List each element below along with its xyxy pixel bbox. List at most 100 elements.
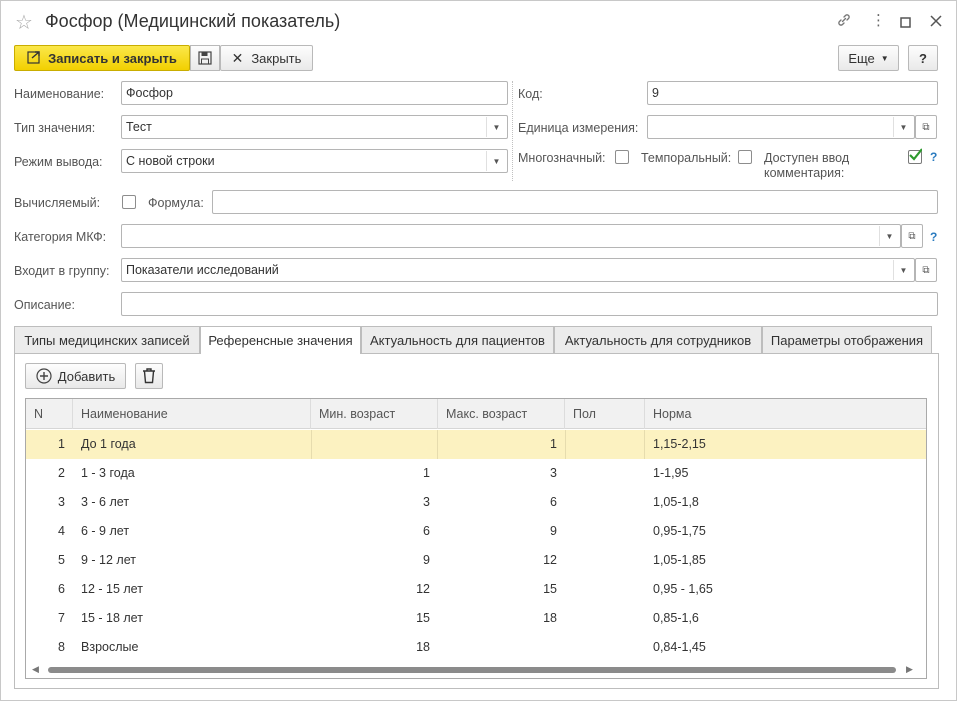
cell-norm: 1,05-1,85 — [653, 553, 706, 567]
column-header-max-age[interactable]: Макс. возраст — [438, 399, 565, 429]
dropdown-arrow-icon[interactable]: ▼ — [486, 117, 506, 137]
column-header-n[interactable]: N — [26, 399, 73, 429]
cell-n: 4 — [58, 524, 65, 538]
reference-values-panel: Добавить N Наименование Мин. возраст Мак… — [14, 353, 939, 689]
cell-sex — [565, 459, 645, 488]
icd-label: Категория МКФ: — [14, 230, 107, 244]
description-field[interactable] — [121, 292, 938, 316]
formula-label: Формула: — [148, 196, 204, 210]
group-label: Входит в группу: — [14, 264, 110, 278]
scroll-right-icon[interactable]: ▶ — [906, 664, 913, 675]
more-button[interactable]: Еще ▼ — [838, 45, 899, 71]
tab-patient-relevance[interactable]: Актуальность для пациентов — [361, 326, 554, 353]
scroll-left-icon[interactable]: ◀ — [32, 664, 39, 675]
table-row[interactable]: 2 1 - 3 года 1 3 1-1,95 — [26, 459, 926, 488]
cell-max-age: 9 — [550, 524, 557, 538]
code-field[interactable]: 9 — [647, 81, 938, 105]
horizontal-scrollbar[interactable]: ◀ ▶ — [26, 662, 926, 678]
floppy-icon — [198, 51, 212, 65]
cell-name: 15 - 18 лет — [81, 611, 143, 625]
tab-label: Актуальность для сотрудников — [564, 332, 752, 348]
table-row[interactable]: 6 12 - 15 лет 12 15 0,95 - 1,65 — [26, 575, 926, 604]
comment-help-icon[interactable]: ? — [930, 150, 937, 164]
table-row[interactable]: 3 3 - 6 лет 3 6 1,05-1,8 — [26, 488, 926, 517]
dropdown-arrow-icon[interactable]: ▼ — [893, 260, 913, 280]
open-icon[interactable]: ⧉ — [915, 258, 937, 282]
cell-n: 7 — [58, 611, 65, 625]
tab-display-parameters[interactable]: Параметры отображения — [762, 326, 932, 353]
close-window-icon[interactable] — [930, 14, 942, 32]
output-mode-value: С новой строки — [126, 154, 215, 168]
column-header-sex[interactable]: Пол — [565, 399, 645, 429]
link-icon[interactable] — [836, 12, 852, 33]
output-mode-select[interactable]: С новой строки ▼ — [121, 149, 508, 173]
table-header: N Наименование Мин. возраст Макс. возрас… — [26, 399, 926, 429]
group-select[interactable]: Показатели исследований ▼ ⧉ — [121, 258, 937, 282]
multivalue-checkbox[interactable] — [615, 150, 629, 164]
cell-norm: 1,05-1,8 — [653, 495, 699, 509]
column-header-norm[interactable]: Норма — [645, 399, 926, 429]
tab-staff-relevance[interactable]: Актуальность для сотрудников — [554, 326, 762, 353]
add-button[interactable]: Добавить — [25, 363, 126, 389]
multivalue-label: Многозначный: — [518, 151, 606, 165]
cell-n: 3 — [58, 495, 65, 509]
close-button[interactable]: ✕ Закрыть — [220, 45, 313, 71]
window-title: Фосфор (Медицинский показатель) — [45, 11, 341, 31]
help-button[interactable]: ? — [908, 45, 938, 71]
maximize-icon[interactable] — [900, 15, 911, 33]
table-row[interactable]: 4 6 - 9 лет 6 9 0,95-1,75 — [26, 517, 926, 546]
cell-min-age: 9 — [423, 553, 430, 567]
delete-button[interactable] — [135, 363, 163, 389]
temporal-checkbox[interactable] — [738, 150, 752, 164]
tab-medical-record-types[interactable]: Типы медицинских записей — [14, 326, 200, 353]
value-type-select[interactable]: Тест ▼ — [121, 115, 508, 139]
name-field[interactable]: Фосфор — [121, 81, 508, 105]
open-icon[interactable]: ⧉ — [901, 224, 923, 248]
reference-values-table[interactable]: N Наименование Мин. возраст Макс. возрас… — [25, 398, 927, 679]
help-label: ? — [919, 50, 927, 66]
cell-sex — [565, 430, 645, 459]
tab-reference-values[interactable]: Референсные значения — [200, 326, 361, 354]
cell-name: 6 - 9 лет — [81, 524, 130, 538]
save-close-icon — [27, 50, 41, 67]
comment-checkbox[interactable] — [908, 148, 922, 164]
favorite-star-icon[interactable]: ☆ — [15, 10, 33, 35]
table-row[interactable]: 7 15 - 18 лет 15 18 0,85-1,6 — [26, 604, 926, 633]
plus-circle-icon — [36, 368, 52, 384]
title-bar: ☆ Фосфор (Медицинский показатель) ⋮ — [1, 1, 956, 43]
more-vertical-icon[interactable]: ⋮ — [871, 12, 886, 30]
output-mode-label: Режим вывода: — [14, 155, 103, 169]
calculated-checkbox[interactable] — [122, 195, 136, 209]
scrollbar-thumb[interactable] — [48, 667, 896, 673]
save-button[interactable] — [190, 45, 220, 71]
add-label: Добавить — [57, 368, 116, 384]
table-row[interactable]: 5 9 - 12 лет 9 12 1,05-1,85 — [26, 546, 926, 575]
tab-label: Референсные значения — [208, 333, 353, 348]
icd-select[interactable]: ▼ ⧉ — [121, 224, 923, 248]
dropdown-arrow-icon[interactable]: ▼ — [879, 226, 899, 246]
name-value: Фосфор — [126, 86, 173, 100]
open-icon[interactable]: ⧉ — [915, 115, 937, 139]
formula-field[interactable] — [212, 190, 938, 214]
dropdown-arrow-icon[interactable]: ▼ — [486, 151, 506, 171]
table-row[interactable]: 1 До 1 года 1 1,15-2,15 — [26, 430, 926, 459]
cell-norm: 1,15-2,15 — [653, 437, 706, 451]
table-row[interactable]: 8 Взрослые 18 0,84-1,45 — [26, 633, 926, 662]
dropdown-arrow-icon[interactable]: ▼ — [893, 117, 913, 137]
column-header-name[interactable]: Наименование — [73, 399, 311, 429]
cell-name: До 1 года — [81, 437, 136, 451]
cell-norm: 1-1,95 — [653, 466, 689, 480]
cell-name: 3 - 6 лет — [81, 495, 130, 509]
icd-help-icon[interactable]: ? — [930, 230, 937, 244]
unit-select[interactable]: ▼ ⧉ — [647, 115, 937, 139]
cell-max-age — [438, 633, 565, 662]
cell-min-age: 12 — [416, 582, 430, 596]
cell-max-age: 12 — [543, 553, 557, 567]
cell-min-age: 1 — [423, 466, 430, 480]
cell-n: 1 — [58, 437, 65, 451]
column-header-min-age[interactable]: Мин. возраст — [311, 399, 438, 429]
save-and-close-button[interactable]: Записать и закрыть — [14, 45, 190, 71]
cell-min-age: 15 — [416, 611, 430, 625]
cell-sex — [565, 546, 645, 575]
more-label: Еще — [848, 50, 875, 66]
